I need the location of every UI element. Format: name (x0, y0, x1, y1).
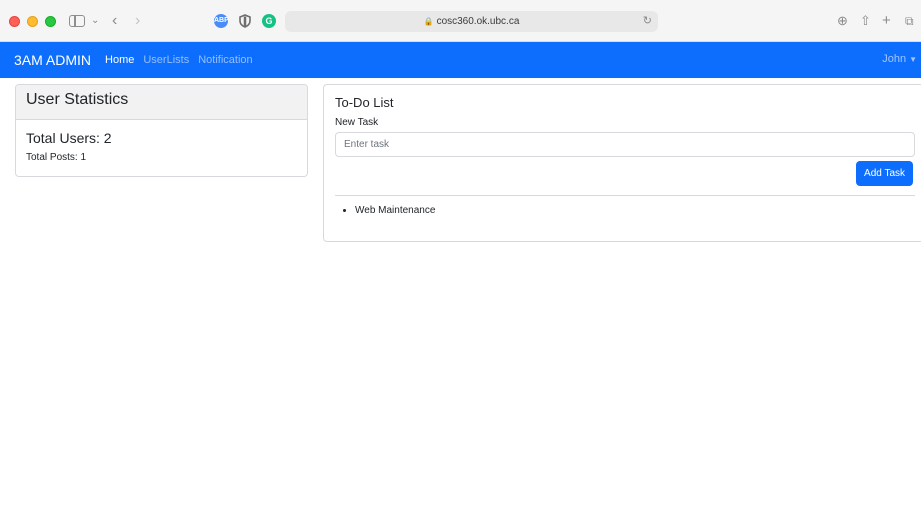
nav-link-notification[interactable]: Notification (198, 54, 252, 66)
share-icon[interactable]: ⇧ (860, 11, 871, 31)
caret-down-icon: ▼ (909, 55, 917, 64)
todo-title: To-Do List (335, 95, 394, 110)
new-task-label: New Task (335, 117, 379, 128)
minimize-window-button[interactable] (27, 16, 38, 27)
list-item: Web Maintenance (355, 205, 921, 216)
window-controls (9, 16, 56, 27)
lock-icon: 🔒 (423, 17, 434, 26)
chevron-down-icon[interactable]: ⌄ (91, 11, 99, 31)
total-posts-stat: Total Posts: 1 (26, 152, 87, 163)
new-tab-icon[interactable]: + (882, 11, 891, 31)
grammarly-extension-icon[interactable]: G (262, 14, 276, 28)
user-menu-dropdown[interactable]: John ▼ (882, 53, 917, 65)
browser-toolbar: ⌄ ‹ › ABP G 🔒 cosc360.ok.ubc.ca ↻ ⊕ ⇧ + ⧉ (0, 0, 921, 42)
back-icon[interactable]: ‹ (112, 11, 117, 31)
download-icon[interactable]: ⊕ (837, 11, 848, 31)
reload-icon[interactable]: ↻ (643, 11, 652, 32)
card-title: User Statistics (16, 85, 307, 120)
close-window-button[interactable] (9, 16, 20, 27)
navbar: 3AM ADMIN Home UserLists Notification Jo… (0, 42, 921, 78)
tab-overview-icon[interactable]: ⧉ (905, 11, 914, 31)
main-content: User Statistics Total Users: 2 Total Pos… (0, 78, 921, 518)
shield-extension-icon[interactable] (238, 14, 252, 28)
user-statistics-card: User Statistics Total Users: 2 Total Pos… (15, 84, 308, 177)
task-input[interactable] (335, 132, 915, 157)
nav-link-userlists[interactable]: UserLists (143, 54, 189, 66)
url-text: cosc360.ok.ubc.ca (436, 16, 520, 27)
adblock-extension-icon[interactable]: ABP (214, 14, 229, 28)
navbar-brand[interactable]: 3AM ADMIN (14, 52, 91, 68)
zoom-window-button[interactable] (45, 16, 56, 27)
user-name: John (882, 53, 907, 65)
address-bar[interactable]: 🔒 cosc360.ok.ubc.ca ↻ (285, 11, 658, 32)
divider (335, 195, 915, 196)
add-task-button[interactable]: Add Task (856, 161, 913, 186)
nav-link-home[interactable]: Home (105, 54, 134, 66)
forward-icon[interactable]: › (135, 11, 140, 31)
task-list: Web Maintenance (335, 205, 921, 216)
todo-card: To-Do List New Task Add Task Web Mainten… (323, 84, 921, 242)
total-users-stat: Total Users: 2 (26, 130, 112, 146)
sidebar-toggle-icon[interactable] (69, 15, 85, 27)
